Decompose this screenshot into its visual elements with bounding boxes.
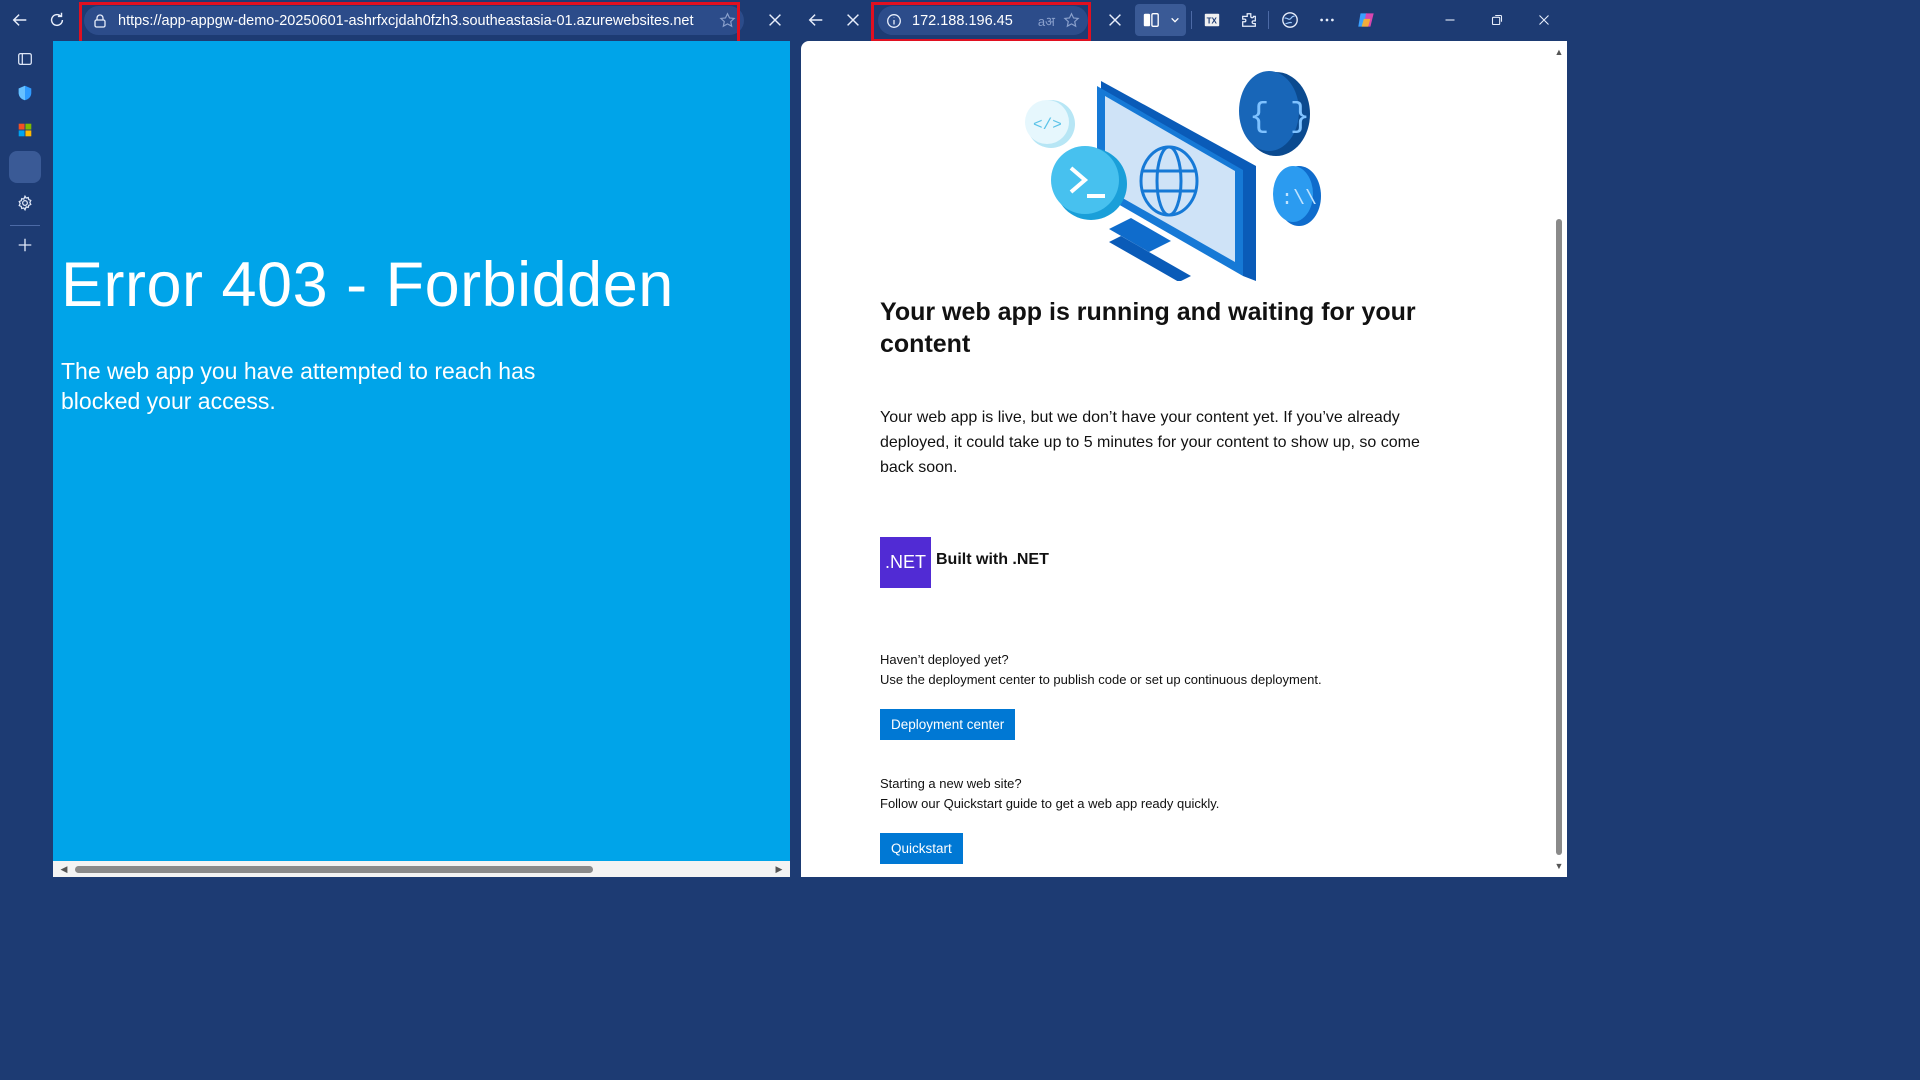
browser-essentials-button[interactable]: [1276, 6, 1304, 34]
left-pane: Error 403 - Forbidden The web app you ha…: [53, 41, 790, 877]
built-with-label: Built with .NET: [936, 551, 1049, 568]
browser-essentials-icon: [1282, 12, 1298, 28]
refresh-button[interactable]: [43, 6, 71, 34]
quickstart-text: Follow our Quickstart guide to get a web…: [880, 796, 1220, 811]
dotnet-logo: .NET: [880, 537, 931, 588]
back-icon: [808, 14, 823, 26]
shield-icon: [18, 85, 32, 101]
scrollbar-thumb[interactable]: [75, 866, 593, 873]
close-icon: [1109, 14, 1121, 26]
security-button[interactable]: [9, 77, 41, 109]
translate-extension-icon: TX: [1204, 13, 1220, 27]
more-button[interactable]: [1313, 6, 1341, 34]
vertical-sidebar: [0, 41, 50, 882]
close-pane-button[interactable]: [761, 6, 789, 34]
minimize-button[interactable]: [1436, 6, 1464, 34]
quickstart-button[interactable]: Quickstart: [880, 833, 963, 864]
apps-button[interactable]: [9, 114, 41, 146]
horizontal-scrollbar[interactable]: ◀ ▶: [53, 861, 790, 877]
apps-icon: [18, 123, 32, 137]
toolbar-separator: [1191, 11, 1192, 29]
split-screen-button[interactable]: [1135, 4, 1186, 36]
web-app-illustration: </> { } :\\: [1025, 71, 1321, 281]
restore-icon: [1491, 14, 1503, 26]
svg-text:</>: </>: [1033, 116, 1062, 134]
minimize-icon: [1445, 19, 1455, 21]
scroll-down-icon[interactable]: ▼: [1554, 861, 1564, 871]
close-icon: [1539, 15, 1549, 25]
close-icon: [769, 14, 781, 26]
chevron-down-icon: [1171, 17, 1179, 23]
page-heading: Your web app is running and waiting for …: [880, 298, 1416, 358]
close-icon: [847, 14, 859, 26]
split-screen-icon: [1143, 13, 1159, 27]
more-icon: [1320, 18, 1334, 22]
toolbar-separator: [1268, 11, 1269, 29]
page-description: Your web app is live, but we don’t have …: [880, 409, 1420, 476]
back-button[interactable]: [6, 6, 34, 34]
tab-actions-icon: [18, 52, 32, 66]
quickstart-heading: Starting a new web site?: [880, 776, 1022, 791]
copilot-icon: [1358, 13, 1374, 27]
highlight-box: [871, 2, 1091, 42]
extensions-button[interactable]: [1235, 6, 1263, 34]
active-sidebar-app[interactable]: [9, 151, 41, 183]
scroll-right-icon[interactable]: ▶: [774, 864, 784, 874]
extensions-icon: [1242, 13, 1256, 27]
right-pane: </> { } :\\ Your web app is running and …: [801, 41, 1567, 877]
restore-button[interactable]: [1483, 6, 1511, 34]
back-button-right[interactable]: [802, 6, 830, 34]
deployment-center-button[interactable]: Deployment center: [880, 709, 1016, 740]
deploy-text: Use the deployment center to publish cod…: [880, 672, 1322, 687]
deploy-heading: Haven’t deployed yet?: [880, 652, 1009, 667]
copilot-button[interactable]: [1352, 6, 1380, 34]
scrollbar-thumb[interactable]: [1556, 219, 1562, 855]
error-title: Error 403 - Forbidden: [61, 250, 674, 320]
scroll-left-icon[interactable]: ◀: [59, 864, 69, 874]
settings-icon: [18, 194, 32, 212]
translate-extension-button[interactable]: TX: [1198, 6, 1226, 34]
close-split-button[interactable]: [1101, 6, 1129, 34]
sidebar-separator: [10, 225, 40, 226]
svg-text::\\: :\\: [1281, 188, 1317, 211]
stop-button[interactable]: [839, 6, 867, 34]
add-sidebar-app-button[interactable]: [9, 229, 41, 261]
svg-text:TX: TX: [1207, 17, 1218, 26]
back-icon: [12, 14, 27, 26]
add-icon: [18, 238, 32, 252]
close-window-button[interactable]: [1530, 6, 1558, 34]
scroll-up-icon[interactable]: ▲: [1554, 47, 1564, 57]
browser-toolbar: https://app-appgw-demo-20250601-ashrfxcj…: [0, 0, 1568, 47]
refresh-icon: [50, 12, 64, 27]
svg-text:{ }: { }: [1249, 99, 1310, 137]
tab-actions-button[interactable]: [9, 43, 41, 75]
settings-button[interactable]: [9, 187, 41, 219]
error-message: The web app you have attempted to reach …: [61, 358, 536, 414]
vertical-scrollbar[interactable]: ▲ ▼: [1551, 41, 1567, 877]
